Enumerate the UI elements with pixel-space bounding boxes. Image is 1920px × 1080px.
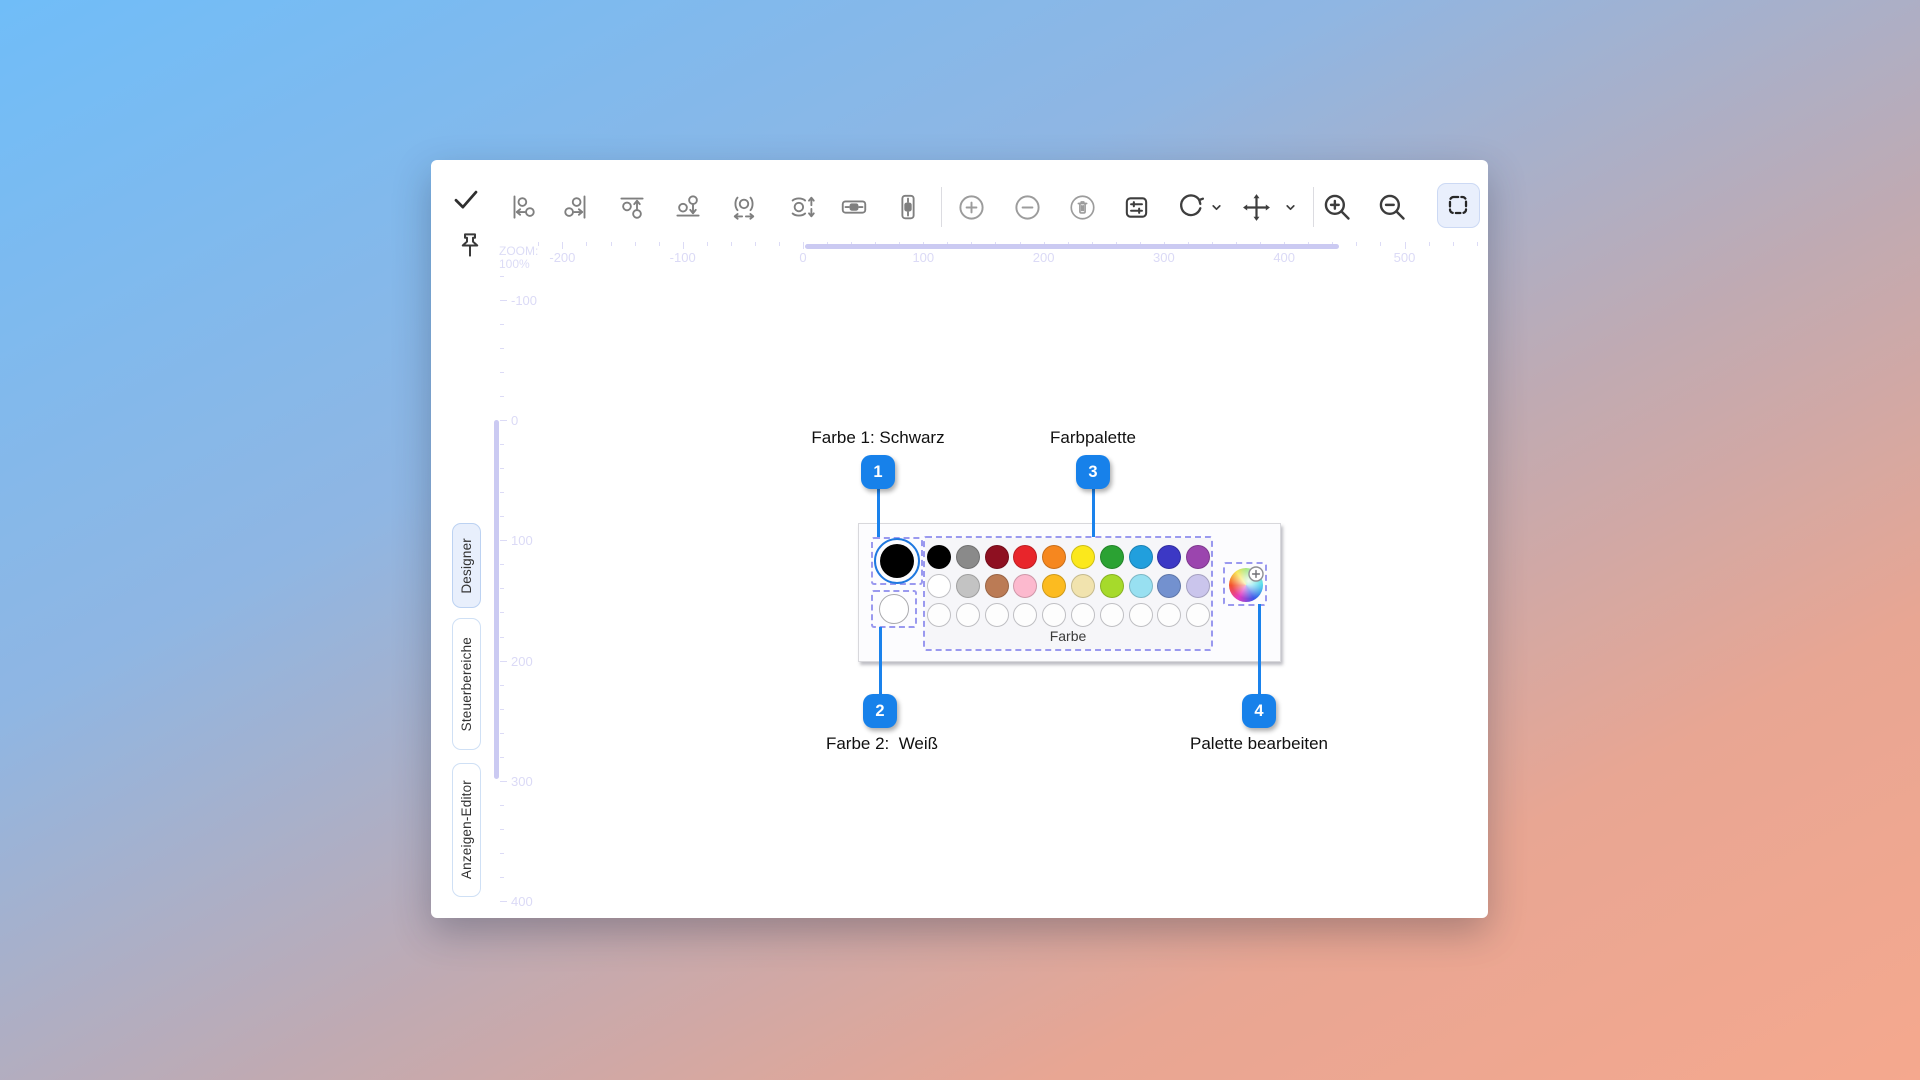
ruler-h-label: 0	[781, 250, 825, 265]
desktop-background: ZOOM: 100% -200 -100 0 100 200 300 400 500 -100…	[0, 0, 1920, 1080]
ruler-h-tick	[659, 242, 660, 246]
sidebar-tab-label: Anzeigen-Editor	[459, 780, 474, 879]
ruler-v-tick	[500, 540, 507, 541]
ruler-v-tick	[500, 276, 504, 277]
ruler-h-label: 200	[1022, 250, 1066, 265]
callout-badge-4: 4	[1242, 694, 1276, 728]
zoom-value: 100%	[499, 258, 538, 271]
ruler-h-tick	[1453, 242, 1454, 246]
ruler-h-tick	[731, 242, 732, 246]
ruler-v-tick	[500, 829, 504, 830]
ruler-v-range-indicator	[494, 420, 499, 779]
ruler-h-tick	[538, 242, 539, 246]
ruler-v-tick	[500, 300, 507, 301]
ruler-v-tick	[500, 612, 504, 613]
ruler-v-tick	[500, 564, 504, 565]
callout-line-1	[877, 489, 880, 537]
palette-annotation-box	[923, 536, 1213, 651]
sidebar-tab-designer[interactable]: Designer	[452, 523, 481, 608]
callout-badge-2: 2	[863, 694, 897, 728]
ruler-v-tick	[500, 781, 507, 782]
sidebar-tab-label: Steuerbereiche	[459, 637, 474, 731]
ruler-v-tick	[500, 348, 504, 349]
ruler-h-tick	[586, 242, 587, 246]
ruler-v-tick	[500, 372, 504, 373]
color2-swatch-white[interactable]	[879, 594, 909, 624]
ruler-h-label: 400	[1262, 250, 1306, 265]
ruler-v-label: 100	[511, 533, 533, 548]
callout-label-3: Farbpalette	[953, 428, 1233, 448]
ruler-v-tick	[500, 901, 507, 902]
callout-badge-1: 1	[861, 455, 895, 489]
sidebar-tab-steuerbereiche[interactable]: Steuerbereiche	[452, 618, 481, 750]
designer-window: ZOOM: 100% -200 -100 0 100 200 300 400 500 -100…	[431, 160, 1488, 918]
edit-palette-annotation-box	[1223, 562, 1267, 606]
ruler-h-tick	[707, 242, 708, 246]
ruler-h-tick	[755, 242, 756, 246]
ruler-v-label: -100	[511, 293, 537, 308]
ruler-h-tick	[1380, 242, 1381, 246]
callout-line-3	[1092, 489, 1095, 537]
callout-line-2	[879, 627, 882, 694]
ruler-h-range-indicator	[805, 244, 1339, 249]
ruler-v-tick	[500, 805, 504, 806]
ruler-h-tick	[1429, 242, 1430, 246]
callout-line-4	[1258, 604, 1261, 694]
ruler-v-tick	[500, 492, 504, 493]
ruler-v-tick	[500, 516, 504, 517]
ruler-v-tick	[500, 853, 504, 854]
ruler-h-label: 500	[1383, 250, 1427, 265]
ruler-v-tick	[500, 396, 504, 397]
ruler-h-tick	[779, 242, 780, 246]
ruler-v-tick	[500, 877, 504, 878]
callout-badge-3: 3	[1076, 455, 1110, 489]
callout-label-2: Farbe 2: Weiß	[742, 734, 1022, 754]
ruler-h-label: 100	[901, 250, 945, 265]
ruler-v-tick	[500, 444, 504, 445]
ruler-h-tick	[1477, 242, 1478, 246]
ruler-v-tick	[500, 324, 504, 325]
ruler-v-label: 400	[511, 894, 533, 909]
ruler-h-tick	[683, 242, 684, 249]
callout-label-4: Palette bearbeiten	[1119, 734, 1399, 754]
ruler-h-tick	[1405, 242, 1406, 249]
ruler-h-label: -200	[540, 250, 584, 265]
ruler-v-label: 200	[511, 654, 533, 669]
ruler-v-tick	[500, 661, 507, 662]
ruler-v-label: 300	[511, 774, 533, 789]
ruler-v-tick	[500, 709, 504, 710]
ruler-h-tick	[562, 242, 563, 249]
zoom-indicator: ZOOM: 100%	[499, 245, 538, 271]
ruler-h-tick	[1356, 242, 1357, 246]
ruler-v-label: 0	[511, 413, 518, 428]
ruler-v-tick	[500, 757, 504, 758]
ruler-h-tick	[635, 242, 636, 246]
sidebar-tab-label: Designer	[459, 538, 474, 594]
ruler-h-label: -100	[661, 250, 705, 265]
ruler-h-tick	[803, 242, 804, 249]
ruler-v-tick	[500, 420, 507, 421]
ruler-v-tick	[500, 685, 504, 686]
sidebar-tab-anzeigen-editor[interactable]: Anzeigen-Editor	[452, 763, 481, 897]
ruler-h-tick	[611, 242, 612, 246]
ruler-v-tick	[500, 637, 504, 638]
color-panel: Farbe	[858, 523, 1281, 662]
ruler-v-tick	[500, 733, 504, 734]
ruler-v-tick	[500, 468, 504, 469]
color1-swatch-black[interactable]	[880, 544, 914, 578]
ruler-v-tick	[500, 588, 504, 589]
ruler-h-label: 300	[1142, 250, 1186, 265]
